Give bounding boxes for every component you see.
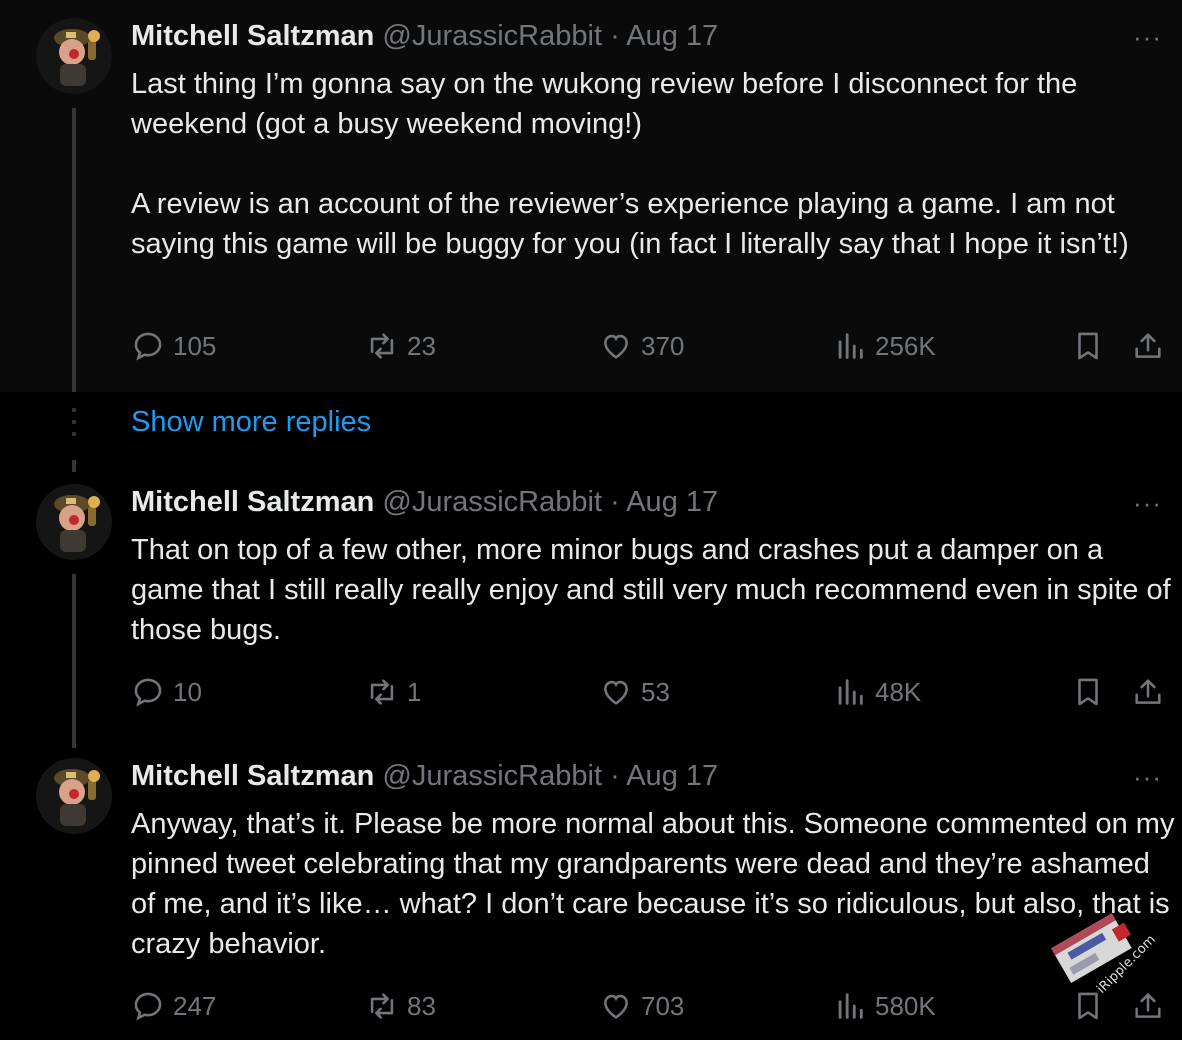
tweet-3[interactable]: Mitchell Saltzman @JurassicRabbit · Aug … [0,740,1182,1040]
bookmark-button[interactable] [1071,329,1113,363]
like-icon [604,334,628,359]
tweet-date[interactable]: Aug 17 [626,486,718,518]
view-count: 256K [875,330,936,361]
retweet-button[interactable]: 23 [365,329,436,363]
view-count: 48K [875,676,922,707]
share-icon [1135,679,1161,704]
retweet-icon [370,993,394,1019]
reply-button[interactable]: 10 [131,675,202,709]
share-icon [1135,333,1161,358]
views-icon [838,679,863,705]
tweet-header: Mitchell Saltzman @JurassicRabbit · Aug … [131,486,718,519]
views-button[interactable]: 256K [833,329,936,363]
tweet-1[interactable]: Mitchell Saltzman @JurassicRabbit · Aug … [0,0,1182,392]
action-bar: 247 83 703 580K [131,989,1182,1029]
tweet-header: Mitchell Saltzman @JurassicRabbit · Aug … [131,760,718,793]
separator: · [610,20,620,52]
views-icon [838,333,863,359]
bookmark-button[interactable] [1071,675,1113,709]
reply-count: 10 [173,676,202,707]
tweet-date[interactable]: Aug 17 [626,760,718,792]
retweet-button[interactable]: 83 [365,989,436,1023]
retweet-count: 83 [407,990,436,1021]
retweet-icon [370,333,394,359]
thread-line [72,108,76,392]
thread-dots [72,408,76,444]
like-icon [604,994,628,1019]
reply-count: 247 [173,990,217,1021]
bookmark-icon [1078,678,1098,706]
action-bar: 105 23 370 256K [131,329,1182,369]
avatar[interactable] [36,758,112,834]
reply-icon [134,678,162,707]
reply-button[interactable]: 247 [131,989,216,1023]
author-handle[interactable]: @JurassicRabbit [382,20,602,52]
separator: · [610,760,620,792]
share-button[interactable] [1131,329,1173,363]
retweet-count: 23 [407,330,436,361]
like-button[interactable]: 53 [599,675,670,709]
retweet-button[interactable]: 1 [365,675,421,709]
views-button[interactable]: 580K [833,989,936,1023]
share-button[interactable] [1131,675,1173,709]
like-count: 370 [641,330,685,361]
show-more-replies-link[interactable]: Show more replies [131,406,371,439]
thread-line [72,460,76,472]
views-button[interactable]: 48K [833,675,921,709]
avatar[interactable] [36,484,112,560]
author-name[interactable]: Mitchell Saltzman [131,760,374,792]
avatar[interactable] [36,18,112,94]
reply-button[interactable]: 105 [131,329,216,363]
more-icon[interactable]: ··· [1133,762,1162,793]
tweet-header: Mitchell Saltzman @JurassicRabbit · Aug … [131,20,718,53]
like-icon [604,680,628,705]
tweet-text: Last thing I’m gonna say on the wukong r… [131,68,1129,260]
tweet-text: That on top of a few other, more minor b… [131,534,1179,646]
watermark-logo: iRipple.com [1040,894,1160,1004]
like-button[interactable]: 703 [599,989,684,1023]
retweet-count: 1 [407,676,422,707]
tweet-2[interactable]: Mitchell Saltzman @JurassicRabbit · Aug … [0,460,1182,748]
like-button[interactable]: 370 [599,329,684,363]
more-icon[interactable]: ··· [1133,488,1162,519]
reply-count: 105 [173,330,217,361]
views-icon [838,993,863,1019]
reply-icon [134,992,162,1021]
reply-icon [134,332,162,361]
like-count: 703 [641,990,685,1021]
action-bar: 10 1 53 48K [131,675,1182,715]
like-count: 53 [641,676,670,707]
tweet-date[interactable]: Aug 17 [626,20,718,52]
author-name[interactable]: Mitchell Saltzman [131,486,374,518]
more-icon[interactable]: ··· [1133,22,1162,53]
separator: · [610,486,620,518]
view-count: 580K [875,990,936,1021]
thread-line [72,574,76,748]
bookmark-icon [1078,332,1098,360]
author-name[interactable]: Mitchell Saltzman [131,20,374,52]
retweet-icon [370,679,394,705]
tweet-text: Anyway, that’s it. Please be more normal… [131,808,1182,960]
author-handle[interactable]: @JurassicRabbit [382,760,602,792]
author-handle[interactable]: @JurassicRabbit [382,486,602,518]
